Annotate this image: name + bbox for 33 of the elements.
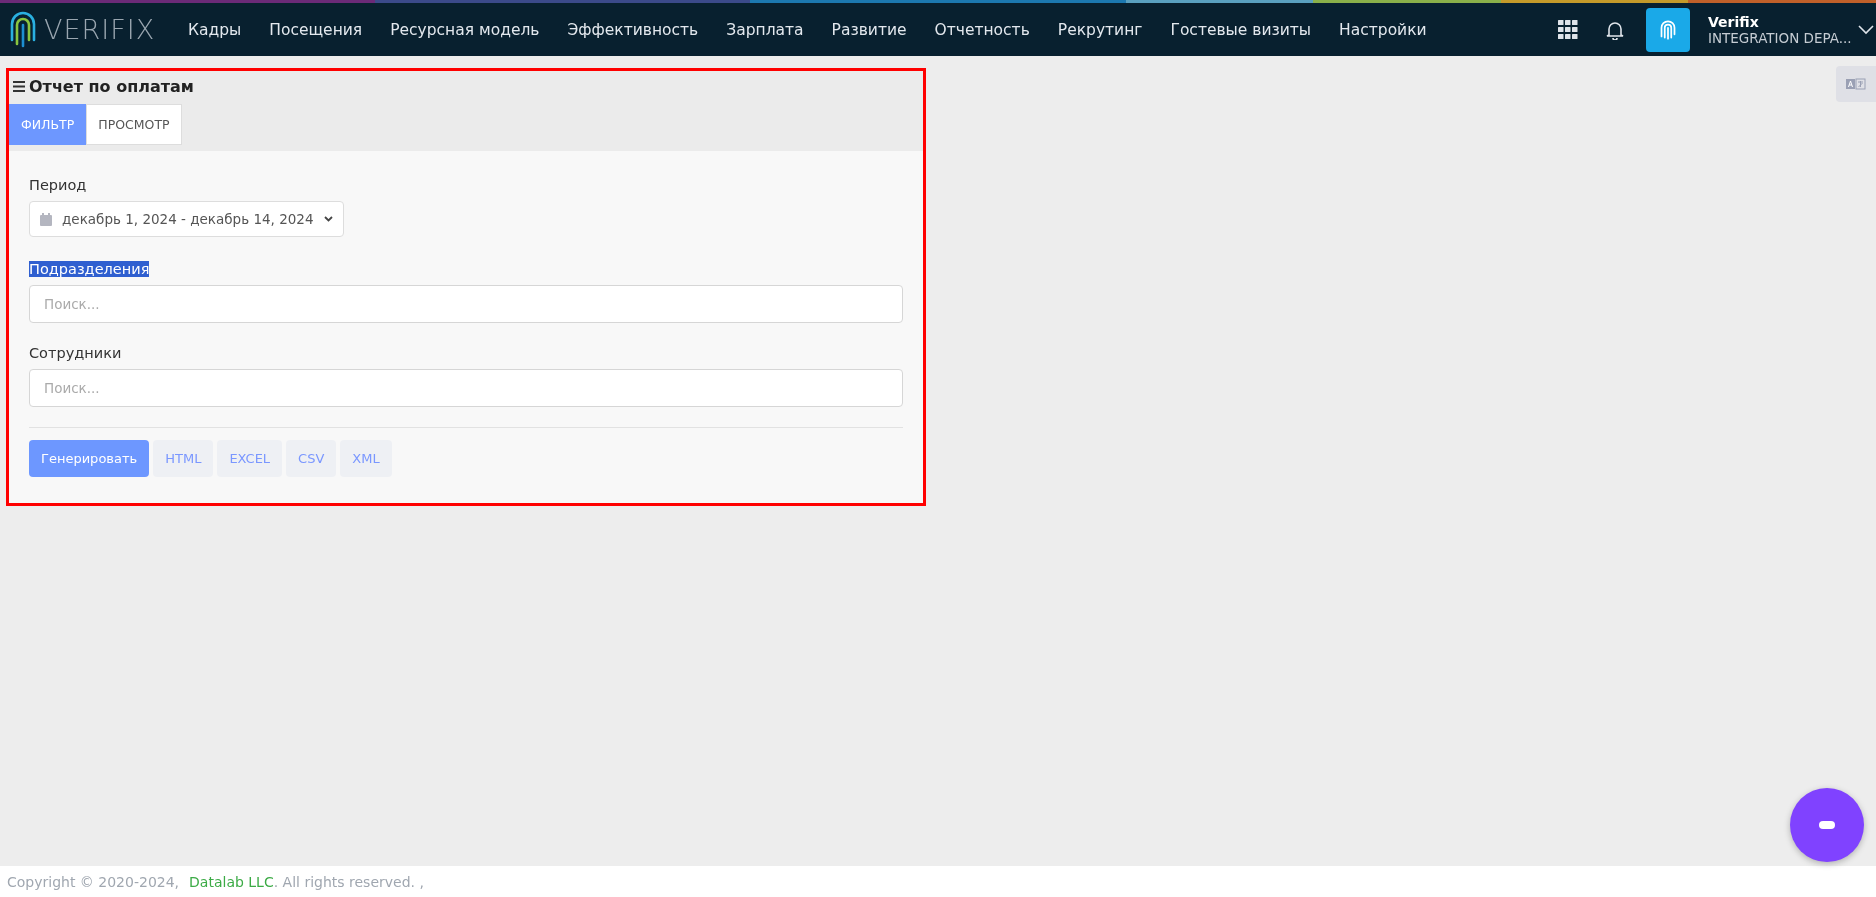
nav-link[interactable]: Отчетность — [920, 20, 1044, 39]
nav-link[interactable]: Кадры — [174, 20, 256, 39]
chevron-down-icon — [323, 216, 333, 222]
search-field[interactable]: Поиск... — [29, 285, 903, 323]
field-label: Сотрудники — [29, 345, 122, 361]
nav-link[interactable]: Настройки — [1325, 20, 1441, 39]
tab[interactable]: ПРОСМОТР — [86, 104, 182, 145]
chevron-down-icon[interactable] — [1858, 24, 1874, 35]
field-label: Подразделения — [29, 261, 150, 277]
bell-icon[interactable] — [1606, 19, 1624, 40]
nav-link[interactable]: Посещения — [255, 20, 377, 39]
menu-icon[interactable] — [13, 81, 25, 92]
report-title: Отчет по оплатам — [29, 77, 194, 96]
nav-link[interactable]: Зарплата — [712, 20, 818, 39]
copyright-text: Copyright © 2020-2024, — [7, 873, 180, 890]
apps-grid-icon[interactable] — [1558, 19, 1578, 40]
fingerprint-logo-icon — [8, 9, 38, 50]
department-name: INTEGRATION DEPA... — [1708, 29, 1853, 46]
nav-link[interactable]: Рекрутинг — [1043, 20, 1157, 39]
field-label: Период — [29, 177, 87, 193]
nav-link[interactable]: Развитие — [817, 20, 921, 39]
nav-link[interactable]: Эффективность — [553, 20, 713, 39]
chat-icon — [1819, 821, 1835, 829]
user-name: Verifix — [1708, 13, 1760, 30]
nav-link[interactable]: Гостевые визиты — [1156, 20, 1326, 39]
nav-link[interactable]: Ресурсная модель — [376, 20, 554, 39]
calendar-icon — [40, 212, 52, 226]
rights-text: . All rights reserved. , — [273, 873, 424, 890]
date-range-picker[interactable]: декабрь 1, 2024 - декабрь 14, 2024 — [29, 201, 344, 237]
logo-text: VERIFIX — [44, 14, 156, 45]
user-avatar[interactable] — [1646, 7, 1690, 52]
search-field[interactable]: Поиск... — [29, 369, 903, 407]
chat-button[interactable] — [1790, 788, 1864, 862]
